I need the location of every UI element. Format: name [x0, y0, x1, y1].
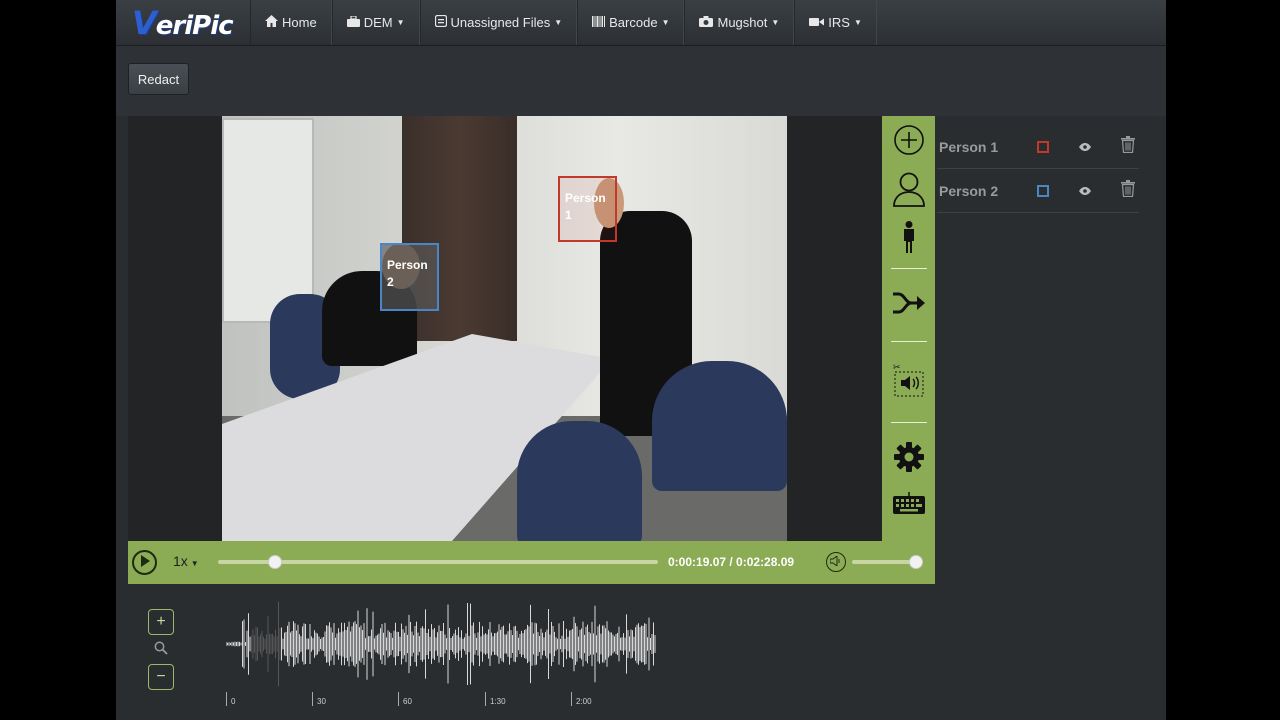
- redact-button[interactable]: Redact: [128, 63, 189, 95]
- veripic-logo[interactable]: VeriPic: [116, 0, 250, 45]
- nav-unassigned-files[interactable]: Unassigned Files ▼: [419, 0, 578, 45]
- settings-icon: [893, 441, 925, 478]
- trash-icon[interactable]: [1121, 135, 1135, 158]
- person-tool-button[interactable]: [882, 214, 935, 264]
- merge-tool-button[interactable]: [882, 273, 935, 337]
- home-icon: [265, 15, 278, 30]
- app-window: VeriPic Home DEM ▼ Unassigned Files ▼ Ba…: [116, 0, 1166, 720]
- play-button[interactable]: [132, 550, 157, 575]
- people-list: Person 1 Person 2: [937, 125, 1139, 213]
- nav-unassigned-files-label: Unassigned Files: [450, 15, 551, 30]
- redaction-box-person-2[interactable]: Person 2: [380, 243, 439, 311]
- files-icon: [434, 14, 447, 30]
- nav-barcode-label: Barcode: [609, 15, 658, 30]
- eye-icon[interactable]: [1079, 182, 1091, 200]
- chevron-down-icon: ▼: [190, 559, 199, 568]
- chevron-down-icon: ▼: [396, 18, 405, 27]
- zoom-in-button[interactable]: +: [148, 609, 174, 635]
- keyboard-icon: [892, 491, 925, 521]
- nav-dem[interactable]: DEM ▼: [331, 0, 420, 45]
- playback-time: 0:00:19.07 / 0:02:28.09: [668, 555, 795, 569]
- zoom-out-button[interactable]: −: [148, 664, 174, 690]
- chevron-down-icon: ▼: [554, 18, 563, 27]
- person-name[interactable]: Person 2: [937, 183, 1033, 199]
- video-scene-whiteboard: [222, 118, 314, 323]
- timeline-tick: 0: [226, 692, 235, 706]
- sidebar-divider: [890, 422, 927, 423]
- video-scene-chair-right: [652, 361, 787, 491]
- video-stage: Person 1 Person 2: [128, 116, 882, 541]
- chevron-down-icon: ▼: [661, 18, 670, 27]
- person-color-swatch[interactable]: [1037, 184, 1049, 197]
- logo-text: VeriPic: [132, 3, 234, 42]
- tool-sidebar: ✂: [882, 116, 935, 541]
- settings-tool-button[interactable]: [882, 427, 935, 491]
- audio-redact-icon: ✂: [893, 362, 925, 403]
- add-icon: [893, 124, 925, 161]
- volume-handle[interactable]: [909, 555, 924, 569]
- volume-button[interactable]: [826, 552, 846, 572]
- audio-redact-tool-button[interactable]: ✂: [882, 346, 935, 418]
- nav-home-label: Home: [282, 15, 317, 30]
- briefcase-icon: [346, 14, 360, 30]
- nav-barcode[interactable]: Barcode ▼: [577, 0, 685, 45]
- nav-dem-label: DEM: [363, 15, 393, 30]
- redaction-box-label: Person 2: [387, 258, 428, 289]
- audio-waveform-panel: + − 0 30 60 1:30 2:00: [116, 584, 1166, 720]
- playback-speed-value: 1x: [173, 553, 188, 569]
- nav-mugshot-label: Mugshot: [717, 15, 768, 30]
- keyboard-shortcuts-button[interactable]: [882, 491, 935, 521]
- trash-icon[interactable]: [1121, 179, 1135, 202]
- video-camera-icon: [809, 16, 825, 30]
- face-tool-button[interactable]: [882, 168, 935, 214]
- waveform[interactable]: [226, 599, 656, 689]
- redaction-box-label: Person 1: [565, 191, 606, 222]
- nav-mugshot[interactable]: Mugshot ▼: [684, 0, 795, 45]
- redaction-box-person-1[interactable]: Person 1: [558, 176, 617, 242]
- eye-icon[interactable]: [1079, 138, 1091, 156]
- person-icon: [902, 220, 916, 258]
- video-scene-chair-front: [517, 421, 642, 541]
- player-controls: 1x ▼ 0:00:19.07 / 0:02:28.09: [128, 541, 935, 584]
- sidebar-divider: [890, 268, 927, 269]
- magnifier-icon: [154, 641, 168, 660]
- timeline-tick: 30: [312, 692, 326, 706]
- toolbar: Redact: [116, 46, 1166, 116]
- nav-irs[interactable]: IRS ▼: [794, 0, 877, 45]
- camera-icon: [699, 15, 714, 30]
- nav-irs-label: IRS: [828, 15, 850, 30]
- timeline-tick: 2:00: [571, 692, 592, 706]
- chevron-down-icon: ▼: [771, 18, 780, 27]
- merge-icon: [892, 291, 925, 320]
- video-frame[interactable]: Person 1 Person 2: [222, 116, 787, 541]
- person-name[interactable]: Person 1: [937, 139, 1033, 155]
- person-color-swatch[interactable]: [1037, 140, 1049, 153]
- timeline-tick: 60: [398, 692, 412, 706]
- progress-track[interactable]: [218, 560, 658, 564]
- chevron-down-icon: ▼: [853, 18, 862, 27]
- barcode-icon: [592, 15, 606, 30]
- face-icon: [892, 171, 926, 212]
- people-list-item[interactable]: Person 1: [937, 125, 1139, 169]
- timeline-tick: 1:30: [485, 692, 506, 706]
- people-list-item[interactable]: Person 2: [937, 169, 1139, 213]
- playback-speed-select[interactable]: 1x ▼: [173, 553, 199, 569]
- volume-icon: [829, 554, 842, 569]
- play-icon: [140, 555, 150, 570]
- sidebar-divider: [890, 341, 927, 342]
- top-navbar: VeriPic Home DEM ▼ Unassigned Files ▼ Ba…: [116, 0, 1166, 46]
- nav-home[interactable]: Home: [250, 0, 332, 45]
- add-tool-button[interactable]: [882, 116, 935, 168]
- progress-handle[interactable]: [268, 555, 283, 569]
